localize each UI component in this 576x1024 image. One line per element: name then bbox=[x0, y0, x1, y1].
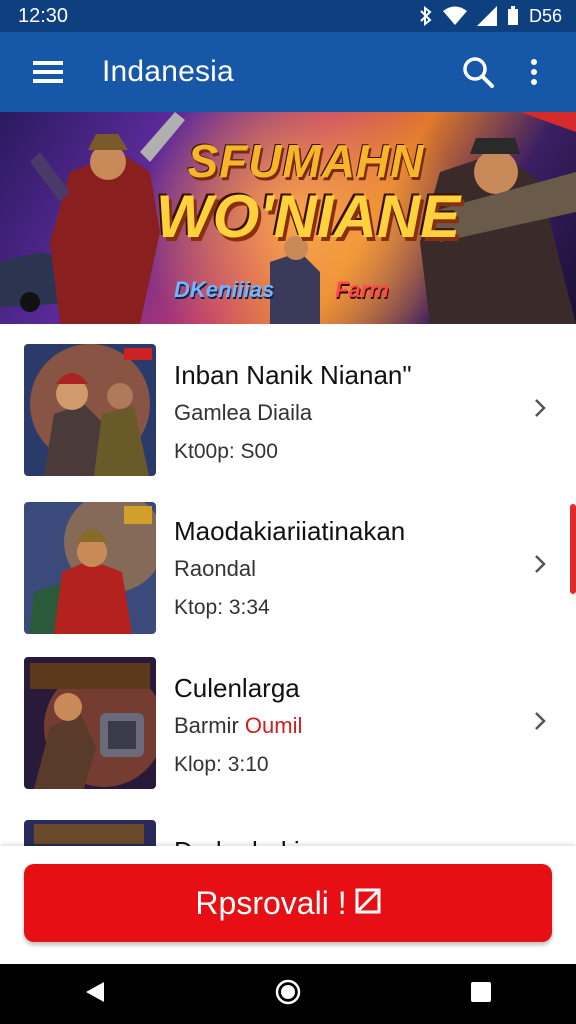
list-item[interactable]: Inban Nanik Nianan" Gamlea Diaila Kt00p:… bbox=[0, 324, 576, 480]
battery-icon bbox=[507, 6, 519, 26]
primary-action-label: Rpsrovali ! bbox=[195, 884, 347, 921]
search-icon[interactable] bbox=[454, 48, 502, 96]
app-bar: Indanesia bbox=[0, 32, 576, 112]
recents-icon[interactable] bbox=[470, 981, 492, 1008]
more-vert-icon[interactable] bbox=[510, 48, 558, 96]
item-price: Klop: 3:10 bbox=[174, 753, 269, 776]
wifi-icon bbox=[442, 6, 467, 26]
item-price: Ktop: 3:34 bbox=[174, 596, 270, 619]
status-bar: 12:30 D56 bbox=[0, 0, 576, 32]
list-item[interactable]: Culenlarga Barmir Oumil Klop: 3:10 bbox=[0, 637, 576, 793]
banner-title-line1: SFUMAHN bbox=[187, 135, 425, 187]
battery-text: D56 bbox=[528, 5, 562, 26]
item-price: Kt00p: S00 bbox=[174, 440, 278, 463]
bluetooth-icon bbox=[419, 6, 433, 26]
item-title: Darkarbakiarn bbox=[174, 836, 337, 846]
game-thumbnail bbox=[24, 820, 156, 846]
banner-tag-left: DKeniiias bbox=[174, 277, 275, 302]
item-subtitle: Barmir Oumil bbox=[174, 713, 303, 738]
banner-tag-right: Farm bbox=[335, 277, 389, 302]
app-title: Indanesia bbox=[102, 55, 234, 88]
game-thumbnail bbox=[24, 657, 156, 789]
item-subtitle-highlight: Oumil bbox=[244, 713, 303, 738]
chevron-right-icon[interactable] bbox=[533, 397, 547, 424]
promo-banner[interactable]: SFUMAHN WO'NIANE DKeniiias Farm bbox=[0, 112, 576, 324]
scrollbar[interactable] bbox=[570, 504, 576, 594]
game-list: Inban Nanik Nianan" Gamlea Diaila Kt00p:… bbox=[0, 324, 576, 846]
system-nav-bar bbox=[0, 964, 576, 1024]
status-time: 12:30 bbox=[18, 4, 69, 27]
list-item[interactable]: Maodakiariiatinakan Raondal Ktop: 3:34 bbox=[0, 480, 576, 636]
bottom-action-area: Rpsrovali ! bbox=[0, 846, 576, 964]
home-icon[interactable] bbox=[275, 979, 301, 1010]
game-thumbnail bbox=[24, 502, 156, 634]
chevron-right-icon[interactable] bbox=[533, 710, 547, 737]
status-icons: D56 bbox=[419, 6, 562, 27]
chevron-right-icon[interactable] bbox=[533, 553, 547, 580]
item-subtitle: Raondal bbox=[174, 556, 256, 581]
menu-icon[interactable] bbox=[24, 48, 72, 96]
list-item[interactable]: Darkarbakiarn bbox=[0, 800, 576, 846]
signal-icon bbox=[476, 6, 497, 26]
item-title: Maodakiariiatinakan bbox=[174, 516, 406, 546]
back-icon[interactable] bbox=[84, 980, 106, 1009]
item-subtitle: Gamlea Diaila bbox=[174, 400, 313, 425]
game-thumbnail bbox=[24, 344, 156, 476]
checkbox-mark-icon bbox=[355, 885, 381, 922]
banner-title-line2: WO'NIANE bbox=[156, 183, 461, 250]
primary-action-button[interactable]: Rpsrovali ! bbox=[24, 864, 552, 942]
item-title: Culenlarga bbox=[174, 673, 300, 703]
item-title: Inban Nanik Nianan" bbox=[174, 360, 412, 390]
